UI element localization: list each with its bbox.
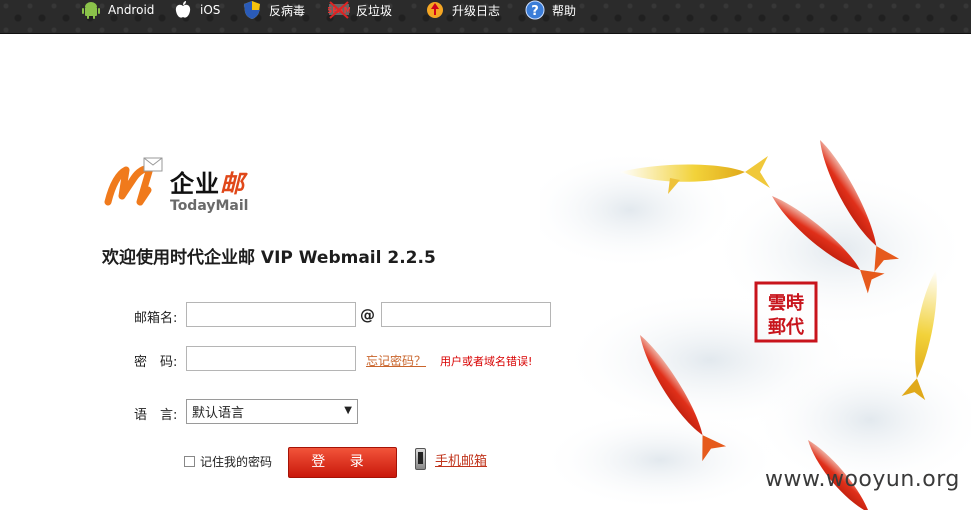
language-label: 语 言:	[134, 408, 178, 423]
remember-password[interactable]: 记住我的密码	[184, 453, 272, 470]
error-message: 用户或者域名错误!	[440, 355, 533, 368]
nav-changelog[interactable]: 升级日志	[424, 0, 500, 20]
password-label: 密 码:	[134, 355, 178, 370]
spam-icon: SPAM	[328, 0, 350, 20]
nav-label: Android	[108, 3, 155, 17]
upgrade-icon	[424, 0, 446, 20]
remember-label: 记住我的密码	[200, 455, 273, 469]
svg-text:?: ?	[531, 4, 539, 19]
forgot-password-link[interactable]: 忘记密码？	[366, 352, 426, 369]
phone-icon	[415, 448, 426, 470]
cloud	[540, 410, 780, 510]
dropdown-arrow-icon: ▼	[344, 405, 352, 416]
nav-label: 反病毒	[269, 3, 306, 18]
language-select[interactable]: 默认语言 ▼	[186, 399, 358, 424]
brand-logo: 企业邮 TodayMail	[104, 156, 264, 216]
help-icon: ?	[524, 0, 546, 20]
nav-label: iOS	[200, 3, 221, 17]
login-button[interactable]: 登 录	[288, 447, 397, 478]
nav-help[interactable]: ? 帮助	[524, 0, 576, 20]
mailbox-label: 邮箱名:	[134, 311, 178, 326]
mobile-mail-label: 手机邮箱	[435, 453, 488, 469]
at-sign: @	[360, 306, 375, 324]
nav-label: 帮助	[552, 3, 577, 18]
nav-label: 反垃圾	[356, 3, 393, 18]
watermark-text: www.wooyun.org	[765, 467, 960, 492]
page-title: 欢迎使用时代企业邮 VIP Webmail 2.2.5	[102, 248, 436, 268]
logo-cn-text: 企业邮	[170, 170, 245, 198]
nav-antivirus[interactable]: 反病毒	[241, 0, 305, 20]
logo-mark-icon	[104, 157, 163, 206]
shield-icon	[241, 0, 263, 20]
svg-text:郵代: 郵代	[768, 317, 804, 338]
svg-text:雲時: 雲時	[768, 293, 804, 314]
logo-en-text: TodayMail	[170, 198, 249, 214]
koi-background-art: 雲時 郵代	[540, 140, 971, 510]
nav-ios[interactable]: iOS	[172, 0, 220, 20]
mobile-mail-link[interactable]: 手机邮箱	[415, 448, 487, 470]
remember-checkbox[interactable]	[184, 456, 195, 467]
nav-antispam[interactable]: SPAM 反垃圾	[328, 0, 392, 20]
mailbox-input[interactable]	[186, 302, 356, 327]
nav-android[interactable]: Android	[80, 0, 154, 20]
nav-label: 升级日志	[452, 3, 501, 18]
language-selected-value: 默认语言	[192, 406, 245, 421]
domain-input[interactable]	[381, 302, 551, 327]
top-nav-bar: Android iOS 反病毒 SPAM 反垃圾 升级日志 ? 帮助	[0, 0, 971, 34]
android-icon	[80, 0, 102, 20]
password-input[interactable]	[186, 346, 356, 371]
apple-icon	[172, 0, 194, 20]
